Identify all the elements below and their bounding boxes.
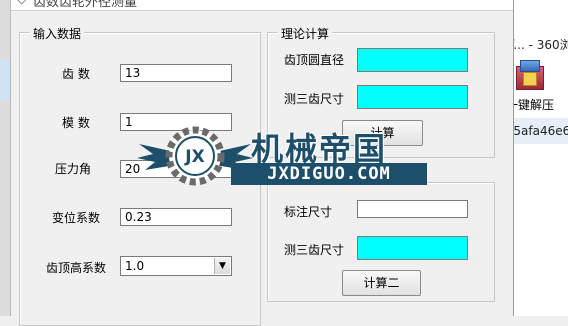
tip-diameter-label: 齿顶圆直径 [284,53,345,67]
calculate-two-button[interactable]: 计算二 [342,270,421,296]
addendum-coefficient-value: 1.0 [125,259,145,273]
pressure-angle-input[interactable]: 20 [120,160,232,178]
tip-diameter-output[interactable] [357,48,468,72]
title-bar[interactable]: ◇ 齿数齿轮外径测量 [11,0,513,11]
marked-size-label: 标注尺寸 [284,205,333,219]
gear-measure-dialog: ◇ 齿数齿轮外径测量 输入数据 齿 数 13 模 数 1 压力角 20 变位系数… [10,0,514,326]
pressure-angle-label: 压力角 [55,162,92,176]
addendum-coefficient-select[interactable]: 1.0 ▼ [120,256,232,276]
measured-three-teeth-label: 测三齿尺寸 [284,243,345,257]
input-data-legend: 输入数据 [30,25,85,42]
measured-three-teeth-output[interactable] [357,236,468,260]
winrar-icon[interactable] [516,60,544,90]
marked-size-input[interactable] [357,200,468,218]
modification-coefficient-label: 变位系数 [52,211,101,225]
three-teeth-size-output[interactable] [357,85,468,109]
teeth-count-input[interactable]: 13 [120,64,232,82]
dropdown-arrow-icon[interactable]: ▼ [214,258,230,274]
three-teeth-size-label: 测三齿尺寸 [284,92,345,106]
module-input[interactable]: 1 [120,113,232,131]
addendum-coefficient-label: 齿顶高系数 [46,261,107,275]
app-icon: ◇ [17,0,26,6]
modification-coefficient-input[interactable]: 0.23 [120,208,232,226]
background-window-edge [0,0,10,316]
calculate-button[interactable]: 计算 [342,120,423,146]
window-title: 齿数齿轮外径测量 [33,0,138,10]
background-application: f... - 360浏 一键解压 e5afa46e6 [505,0,568,316]
teeth-count-label: 齿 数 [62,67,90,81]
background-browser-tab[interactable]: f... - 360浏 [506,36,568,56]
file-hash-text: e5afa46e6 [506,124,568,138]
module-label: 模 数 [62,116,90,130]
theory-calc-legend: 理论计算 [278,25,333,42]
